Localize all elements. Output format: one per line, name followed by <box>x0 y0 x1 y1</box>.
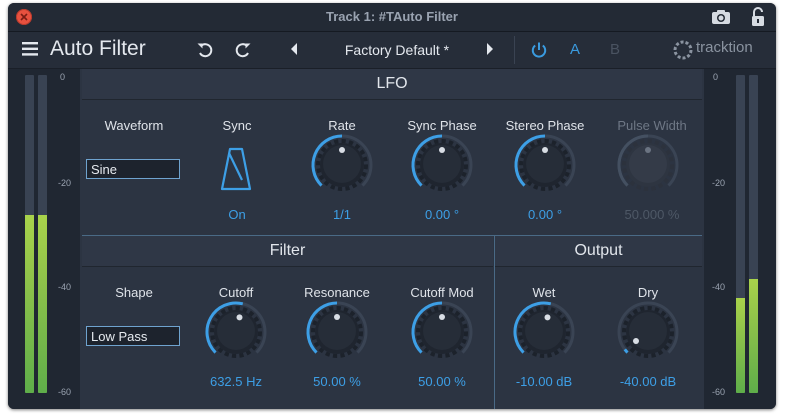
wet-knob[interactable] <box>512 300 576 364</box>
knob-face <box>525 312 563 350</box>
knob-indicator <box>339 147 345 153</box>
dry-label: Dry <box>637 285 659 300</box>
knob-indicator <box>334 314 340 320</box>
cutoff-knob[interactable] <box>204 300 268 364</box>
knob-indicator <box>645 147 651 153</box>
plugin-window: Track 1: #TAuto Filter Auto Filter Facto… <box>8 3 776 409</box>
right-meter-fill-r <box>749 278 758 393</box>
power-icon[interactable] <box>530 41 548 59</box>
scale-label: -20 <box>58 178 72 188</box>
right-meter-bar-l <box>736 75 745 393</box>
knob-indicator <box>236 314 243 321</box>
undo-icon[interactable] <box>196 41 214 59</box>
scale-label: -40 <box>712 282 726 292</box>
left-meter-bar-l <box>25 75 34 393</box>
cutoff-mod-value: 50.00 % <box>418 374 466 389</box>
knob-indicator <box>633 338 639 345</box>
controls-area: LFO Waveform Sine Sync On Rate 1/1 Sync … <box>82 69 702 409</box>
shape-label: Shape <box>115 285 153 300</box>
pulse-width-knob[interactable] <box>616 133 680 197</box>
stereo-phase-value: 0.00 ° <box>527 207 563 222</box>
menu-icon[interactable] <box>22 42 38 56</box>
lfo-section-title: LFO <box>82 69 702 100</box>
left-meter-fill-r <box>38 214 47 393</box>
waveform-select[interactable]: Sine <box>86 159 180 179</box>
resonance-label: Resonance <box>304 285 370 300</box>
redo-icon[interactable] <box>234 41 252 59</box>
plugin-name: Auto Filter <box>50 37 146 60</box>
wet-label: Wet <box>532 285 556 300</box>
scale-label: 0 <box>713 72 719 82</box>
preset-name[interactable]: Factory Default * <box>308 32 486 68</box>
window-title: Track 1: #TAuto Filter <box>326 9 458 24</box>
right-meter-fill-l <box>736 297 745 393</box>
next-preset-icon[interactable] <box>485 42 495 56</box>
knob-face <box>629 312 667 350</box>
knob-face <box>217 312 255 350</box>
knob-value-arc <box>623 348 629 354</box>
output-section-title: Output <box>495 236 702 267</box>
sync-phase-knob[interactable] <box>410 133 474 197</box>
toolbar-separator <box>514 36 515 64</box>
scale-label: 0 <box>60 72 66 82</box>
previous-preset-icon[interactable] <box>289 42 299 56</box>
right-meter-panel: 0 -20 -40 -60 <box>704 69 776 409</box>
filter-section-title: Filter <box>82 236 493 267</box>
lock-icon[interactable] <box>751 7 765 27</box>
brand-name: tracktion <box>696 39 753 56</box>
cutoff-mod-label: Cutoff Mod <box>410 285 474 300</box>
stereo-phase-label: Stereo Phase <box>505 118 585 133</box>
knob-indicator <box>439 147 445 153</box>
ab-b-button[interactable]: B <box>610 32 620 68</box>
shape-select[interactable]: Low Pass <box>86 326 180 346</box>
ab-a-button[interactable]: A <box>570 32 580 68</box>
sync-phase-value: 0.00 ° <box>424 207 460 222</box>
knob-indicator <box>439 314 445 320</box>
rate-knob[interactable] <box>310 133 374 197</box>
waveform-label: Waveform <box>104 118 164 133</box>
scale-label: -40 <box>58 282 72 292</box>
toolbar: Auto Filter Factory Default * A B trackt… <box>8 32 776 69</box>
dry-knob[interactable] <box>616 300 680 364</box>
pulse-width-label: Pulse Width <box>617 118 687 133</box>
cutoff-label: Cutoff <box>218 285 254 300</box>
sync-label: Sync <box>222 118 252 133</box>
sync-phase-label: Sync Phase <box>407 118 477 133</box>
scale-label: -60 <box>712 387 726 397</box>
metronome-icon[interactable] <box>220 146 252 192</box>
sync-value: On <box>228 207 246 222</box>
left-meter-panel: 0 -20 -40 -60 <box>8 69 80 409</box>
cutoff-mod-knob[interactable] <box>410 300 474 364</box>
pulse-width-value: 50.000 % <box>624 207 680 222</box>
left-meter-fill-l <box>25 214 34 393</box>
scale-label: -20 <box>712 178 726 188</box>
resonance-value: 50.00 % <box>313 374 361 389</box>
knob-indicator <box>544 314 551 321</box>
stereo-phase-knob[interactable] <box>513 133 577 197</box>
title-bar: Track 1: #TAuto Filter <box>8 3 776 32</box>
scale-label: -60 <box>58 387 72 397</box>
dry-value: -40.00 dB <box>619 374 677 389</box>
knob-indicator <box>542 147 548 153</box>
rate-label: Rate <box>328 118 356 133</box>
wet-value: -10.00 dB <box>515 374 573 389</box>
camera-icon[interactable] <box>711 9 731 25</box>
rate-value: 1/1 <box>332 207 352 222</box>
tracktion-logo-icon <box>673 40 693 60</box>
right-meter-bar-r <box>749 75 758 393</box>
cutoff-value: 632.5 Hz <box>209 374 263 389</box>
left-meter-bar-r <box>38 75 47 393</box>
resonance-knob[interactable] <box>305 300 369 364</box>
